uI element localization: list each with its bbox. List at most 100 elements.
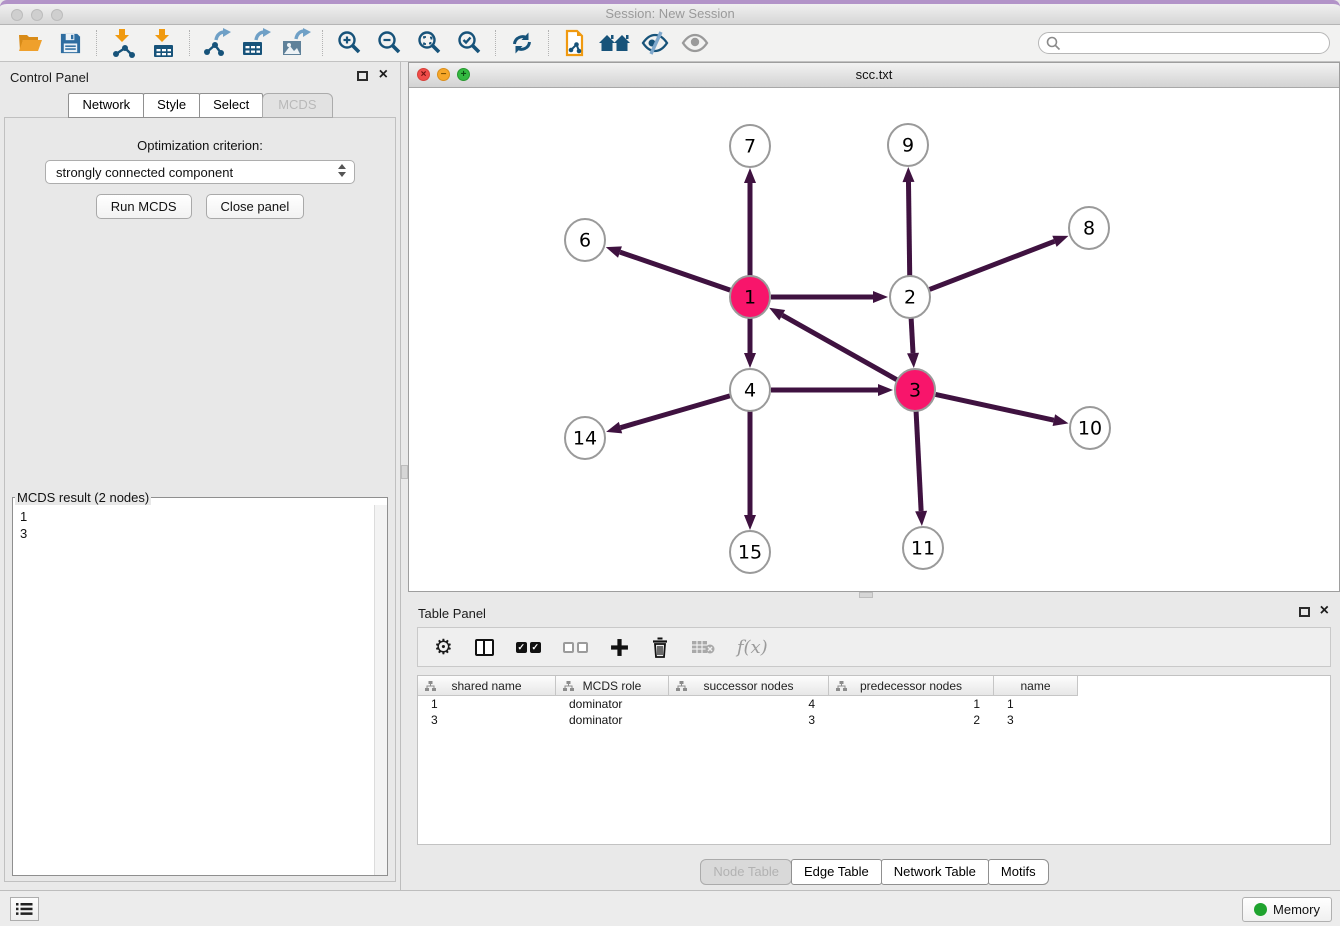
zoom-in-button[interactable] — [329, 27, 369, 59]
graph-edge-2-3[interactable] — [911, 318, 913, 353]
close-panel-button[interactable]: Close panel — [206, 194, 305, 219]
tab-mcds[interactable]: MCDS — [262, 93, 332, 118]
save-session-button[interactable] — [50, 27, 90, 59]
splitter-grip[interactable] — [401, 465, 408, 479]
column-header-name[interactable]: name — [994, 676, 1078, 696]
column-header-predecessor-nodes[interactable]: predecessor nodes — [829, 676, 994, 696]
graph-node-7[interactable]: 7 — [730, 125, 770, 167]
network-canvas[interactable]: 7 9 6 8 1 2 4 3 14 10 15 11 — [409, 89, 1339, 592]
graph-edge-2-9[interactable] — [908, 182, 909, 276]
refresh-button[interactable] — [502, 27, 542, 59]
table-header-row: shared name MCDS role successor nodes pr… — [418, 676, 1330, 696]
column-label: predecessor nodes — [860, 679, 962, 693]
delete-column-button[interactable] — [651, 634, 669, 660]
table-row[interactable]: 3 dominator 3 2 3 — [418, 712, 1330, 728]
graph-node-11[interactable]: 11 — [903, 527, 943, 569]
float-panel-icon[interactable] — [1299, 607, 1310, 617]
graph-node-6[interactable]: 6 — [565, 219, 605, 261]
cell-shared-name: 3 — [418, 712, 556, 728]
table-settings-button[interactable]: ⚙ — [434, 634, 453, 660]
unchecked-box-icon — [563, 642, 574, 653]
graph-node-15[interactable]: 15 — [730, 531, 770, 573]
export-table-button[interactable] — [236, 27, 276, 59]
hide-eye-button[interactable] — [635, 27, 675, 59]
zoom-fit-button[interactable] — [409, 27, 449, 59]
criterion-value: strongly connected component — [56, 165, 233, 180]
search-input[interactable] — [1038, 32, 1330, 54]
vertical-splitter[interactable] — [401, 62, 408, 890]
column-label: shared name — [451, 679, 521, 693]
result-scrollbar[interactable] — [374, 505, 387, 875]
zoom-fit-icon — [416, 30, 442, 56]
graph-node-14[interactable]: 14 — [565, 417, 605, 459]
graph-edge-3-1[interactable] — [782, 315, 896, 380]
graph-edge-1-6[interactable] — [620, 252, 730, 290]
select-all-columns-button[interactable]: ✓ ✓ — [516, 634, 541, 660]
home-icon — [599, 32, 631, 55]
task-history-button[interactable] — [10, 897, 39, 921]
eye-disabled-button[interactable] — [675, 27, 715, 59]
zoom-out-button[interactable] — [369, 27, 409, 59]
table-tabs: Node Table Edge Table Network Table Moti… — [408, 859, 1340, 885]
mcds-result-list[interactable]: 1 3 — [13, 505, 373, 875]
tab-network-table[interactable]: Network Table — [881, 859, 989, 885]
svg-text:15: 15 — [738, 542, 762, 564]
open-session-button[interactable] — [10, 27, 50, 59]
status-bar: Memory — [0, 890, 1340, 926]
graph-node-9[interactable]: 9 — [888, 124, 928, 166]
show-columns-button[interactable] — [475, 634, 494, 660]
mcds-result-title: MCDS result (2 nodes) — [15, 490, 151, 505]
network-canvas-wrap: 7 9 6 8 1 2 4 3 14 10 15 11 — [409, 89, 1339, 591]
criterion-select[interactable]: strongly connected component — [45, 160, 355, 184]
graph-node-1[interactable]: 1 — [730, 276, 770, 318]
close-panel-icon[interactable]: × — [379, 66, 388, 84]
export-image-button[interactable] — [276, 27, 316, 59]
tab-node-table[interactable]: Node Table — [700, 859, 792, 885]
cell-predecessor-nodes: 1 — [829, 696, 994, 712]
graph-node-3[interactable]: 3 — [895, 369, 935, 411]
tab-style[interactable]: Style — [143, 93, 200, 118]
memory-label: Memory — [1273, 902, 1320, 917]
flow-icon — [676, 681, 687, 692]
memory-button[interactable]: Memory — [1242, 897, 1332, 922]
tab-select[interactable]: Select — [199, 93, 263, 118]
graph-edge-3-10[interactable] — [936, 394, 1054, 420]
tab-motifs[interactable]: Motifs — [988, 859, 1049, 885]
export-network-button[interactable] — [196, 27, 236, 59]
import-table-button[interactable] — [143, 27, 183, 59]
function-builder-button[interactable]: f(x) — [737, 634, 768, 660]
zoom-selected-button[interactable] — [449, 27, 489, 59]
column-header-mcds-role[interactable]: MCDS role — [556, 676, 669, 696]
export-table-icon — [241, 28, 271, 58]
clone-network-button[interactable] — [555, 27, 595, 59]
run-mcds-button[interactable]: Run MCDS — [96, 194, 192, 219]
table-row[interactable]: 1 dominator 4 1 1 — [418, 696, 1330, 712]
toolbar-separator — [548, 30, 549, 56]
search-icon — [1046, 36, 1061, 51]
deselect-all-columns-button[interactable] — [563, 634, 588, 660]
add-column-button[interactable] — [610, 634, 629, 660]
delete-table-button[interactable] — [691, 634, 715, 660]
graph-node-10[interactable]: 10 — [1070, 407, 1110, 449]
graph-node-4[interactable]: 4 — [730, 369, 770, 411]
graph-edge-4-14[interactable] — [621, 396, 730, 428]
import-network-button[interactable] — [103, 27, 143, 59]
close-panel-icon[interactable]: × — [1320, 602, 1329, 620]
column-header-shared-name[interactable]: shared name — [418, 676, 556, 696]
graph-edge-3-11[interactable] — [916, 411, 921, 511]
graph-node-8[interactable]: 8 — [1069, 207, 1109, 249]
refresh-icon — [510, 31, 534, 55]
clone-network-icon — [562, 29, 588, 57]
network-title: scc.txt — [409, 67, 1339, 82]
home-button[interactable] — [595, 27, 635, 59]
main-toolbar — [0, 25, 1340, 62]
column-header-successor-nodes[interactable]: successor nodes — [669, 676, 829, 696]
control-panel-title: Control Panel — [10, 70, 89, 85]
zoom-selected-icon — [456, 30, 482, 56]
float-panel-icon[interactable] — [357, 71, 368, 81]
tab-network[interactable]: Network — [68, 93, 144, 118]
optimization-criterion-label: Optimization criterion: — [5, 138, 395, 153]
graph-node-2[interactable]: 2 — [890, 276, 930, 318]
tab-edge-table[interactable]: Edge Table — [791, 859, 882, 885]
graph-edge-2-8[interactable] — [930, 241, 1055, 289]
